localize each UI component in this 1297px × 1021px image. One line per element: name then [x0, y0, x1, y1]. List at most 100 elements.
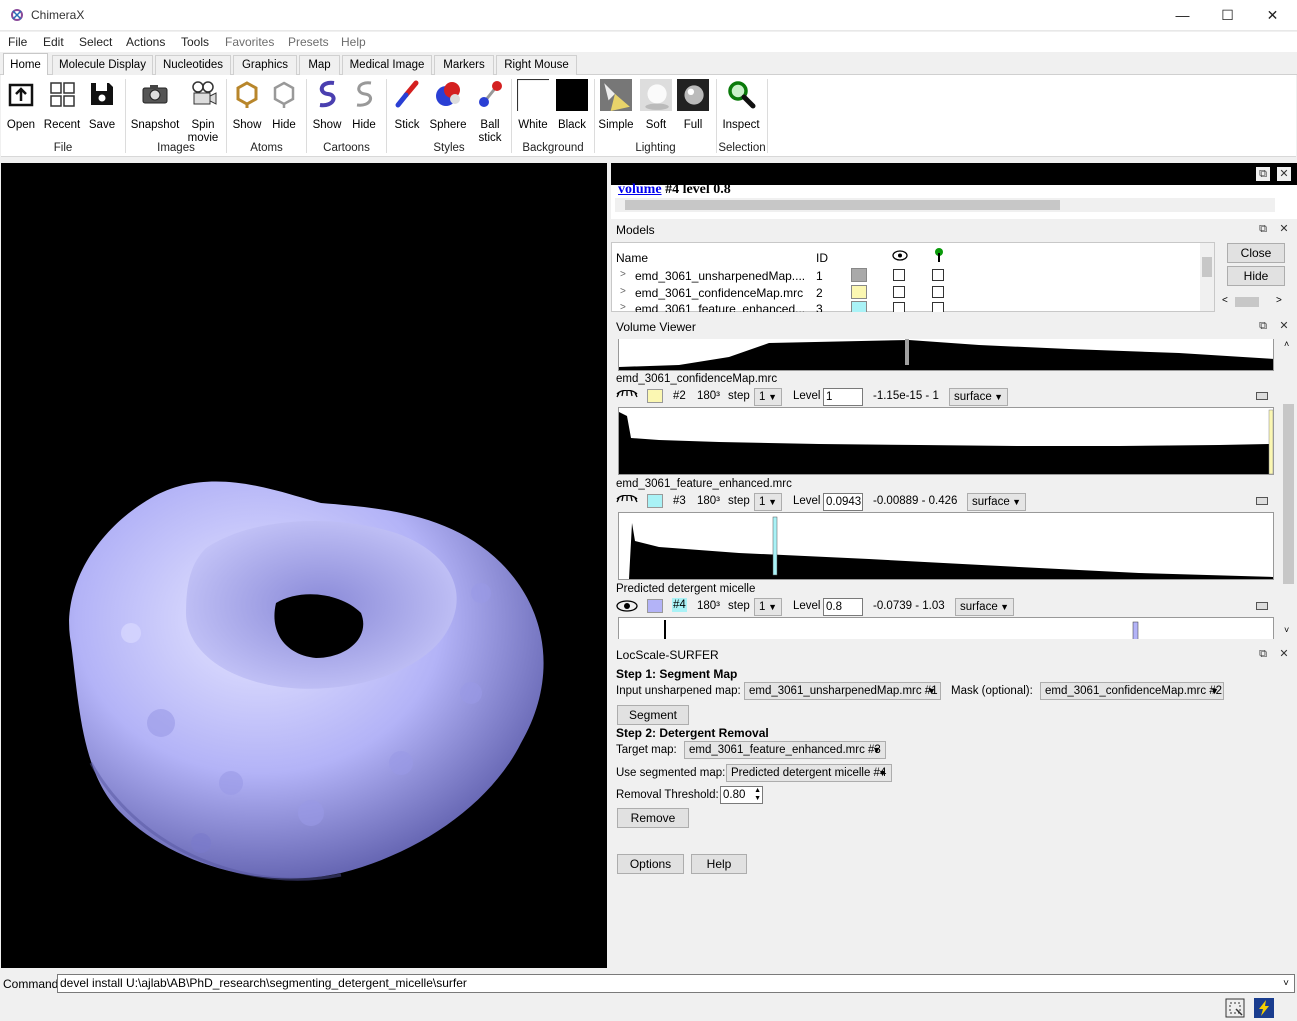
tab-right-mouse[interactable]: Right Mouse	[496, 55, 577, 75]
volume-viewer-scrollbar[interactable]: ˄ ˅	[1281, 339, 1296, 639]
remove-button[interactable]: Remove	[617, 808, 689, 828]
tab-markers[interactable]: Markers	[434, 55, 494, 75]
maximize-button[interactable]: ☐	[1205, 0, 1250, 30]
full-lighting-button[interactable]: Full	[675, 79, 712, 132]
eye-open-icon[interactable]	[616, 600, 638, 612]
selection-mode-icon[interactable]	[1225, 998, 1245, 1018]
scroll-up-icon[interactable]: ˄	[1284, 339, 1289, 349]
expand-chevron-icon[interactable]: >	[620, 286, 626, 297]
column-name[interactable]: Name	[616, 251, 648, 265]
atoms-show-button[interactable]: Show	[231, 79, 263, 132]
menu-edit[interactable]: Edit	[43, 35, 64, 49]
model-color-swatch[interactable]	[851, 268, 867, 282]
step-dropdown[interactable]: 1 ▼	[754, 598, 782, 616]
map-color-swatch[interactable]	[647, 494, 663, 508]
histogram-map-3[interactable]	[618, 512, 1274, 580]
tab-molecule-display[interactable]: Molecule Display	[52, 55, 153, 75]
style-dropdown[interactable]: surface ▼	[955, 598, 1014, 616]
menu-actions[interactable]: Actions	[126, 35, 165, 49]
black-background-button[interactable]: Black	[554, 79, 591, 132]
models-side-hscrollbar[interactable]: < >	[1220, 294, 1284, 310]
collapse-map-button[interactable]	[1256, 602, 1268, 610]
tab-home[interactable]: Home	[3, 53, 48, 76]
cartoons-show-button[interactable]: Show	[311, 79, 343, 132]
menu-favorites[interactable]: Favorites	[225, 35, 274, 49]
level-input[interactable]: 0.8	[823, 598, 863, 616]
log-close-icon[interactable]: ✕	[1277, 167, 1291, 181]
close-window-button[interactable]: ✕	[1250, 0, 1295, 30]
command-input[interactable]: devel install U:\ajlab\AB\PhD_research\s…	[57, 974, 1295, 993]
mask-dropdown[interactable]: emd_3061_confidenceMap.mrc #2 ▼	[1040, 682, 1224, 700]
step-dropdown[interactable]: 1 ▼	[754, 493, 782, 511]
expand-chevron-icon[interactable]: >	[620, 302, 626, 312]
save-button[interactable]: Save	[87, 79, 117, 132]
inspect-button[interactable]: Inspect	[720, 79, 762, 132]
help-button[interactable]: Help	[691, 854, 747, 874]
model-select-checkbox[interactable]	[932, 286, 944, 298]
spin-movie-button[interactable]: Spin movie	[186, 79, 220, 145]
models-vertical-scrollbar[interactable]	[1200, 243, 1214, 311]
tab-nucleotides[interactable]: Nucleotides	[155, 55, 231, 75]
model-shown-checkbox[interactable]	[893, 269, 905, 281]
volume-command-link[interactable]: volume	[618, 182, 662, 197]
model-color-swatch[interactable]	[851, 301, 867, 312]
spin-arrows-icon[interactable]: ▲ ▼	[754, 787, 761, 803]
menu-select[interactable]: Select	[79, 35, 112, 49]
expand-chevron-icon[interactable]: >	[620, 269, 626, 280]
stick-button[interactable]: Stick	[391, 79, 423, 132]
scrollbar-thumb[interactable]	[1283, 404, 1294, 584]
style-dropdown[interactable]: surface ▼	[967, 493, 1026, 511]
histogram-map-1[interactable]	[618, 339, 1274, 371]
model-color-swatch[interactable]	[851, 285, 867, 299]
sphere-button[interactable]: Sphere	[429, 79, 467, 132]
log-horizontal-scrollbar[interactable]	[615, 198, 1275, 212]
eye-closed-icon[interactable]	[616, 390, 638, 402]
log-float-icon[interactable]: ⧉	[1256, 167, 1270, 181]
models-close-button[interactable]: Close	[1227, 243, 1285, 263]
lightning-icon[interactable]	[1254, 998, 1274, 1018]
models-table[interactable]: Name ID > emd_3061_unsharpenedMap.... 1 …	[611, 242, 1215, 312]
white-background-button[interactable]: White	[515, 79, 552, 132]
models-close-icon[interactable]: ✕	[1277, 222, 1291, 236]
scrollbar-thumb[interactable]	[625, 200, 1060, 210]
volume-viewer-close-icon[interactable]: ✕	[1277, 319, 1291, 333]
histogram-map-2[interactable]	[618, 407, 1274, 475]
tab-graphics[interactable]: Graphics	[233, 55, 297, 75]
open-button[interactable]: Open	[5, 79, 37, 132]
model-select-checkbox[interactable]	[932, 269, 944, 281]
simple-lighting-button[interactable]: Simple	[598, 79, 635, 132]
model-row[interactable]: > emd_3061_confidenceMap.mrc 2	[612, 284, 1202, 301]
soft-lighting-button[interactable]: Soft	[638, 79, 675, 132]
snapshot-button[interactable]: Snapshot	[130, 79, 180, 132]
scroll-down-icon[interactable]: ˅	[1284, 625, 1289, 635]
ball-stick-button[interactable]: Ball stick	[473, 79, 507, 145]
column-id[interactable]: ID	[816, 251, 828, 265]
eye-closed-icon[interactable]	[616, 495, 638, 507]
input-map-dropdown[interactable]: emd_3061_unsharpenedMap.mrc #1 ▼	[744, 682, 941, 700]
atoms-hide-button[interactable]: Hide	[268, 79, 300, 132]
options-button[interactable]: Options	[617, 854, 684, 874]
scroll-left-icon[interactable]: <	[1222, 295, 1228, 306]
menu-help[interactable]: Help	[341, 35, 366, 49]
model-shown-checkbox[interactable]	[893, 286, 905, 298]
model-select-checkbox[interactable]	[932, 302, 944, 312]
model-shown-checkbox[interactable]	[893, 302, 905, 312]
threshold-spinbox[interactable]: 0.80 ▲ ▼	[720, 786, 763, 804]
menu-presets[interactable]: Presets	[288, 35, 329, 49]
recent-button[interactable]: Recent	[42, 79, 82, 132]
volume-viewer-float-icon[interactable]: ⧉	[1256, 319, 1270, 333]
scrollbar-thumb[interactable]	[1235, 297, 1259, 307]
scrollbar-thumb[interactable]	[1202, 257, 1212, 277]
map-color-swatch[interactable]	[647, 599, 663, 613]
surfer-close-icon[interactable]: ✕	[1277, 647, 1291, 661]
step-dropdown[interactable]: 1 ▼	[754, 388, 782, 406]
tab-map[interactable]: Map	[299, 55, 340, 75]
histogram-map-4[interactable]	[618, 617, 1274, 639]
tab-medical-image[interactable]: Medical Image	[342, 55, 432, 75]
segmented-map-dropdown[interactable]: Predicted detergent micelle #4 ▼	[726, 764, 892, 782]
segment-button[interactable]: Segment	[617, 705, 689, 725]
models-float-icon[interactable]: ⧉	[1256, 222, 1270, 236]
style-dropdown[interactable]: surface ▼	[949, 388, 1008, 406]
menu-tools[interactable]: Tools	[181, 35, 209, 49]
level-input[interactable]: 0.0943	[823, 493, 863, 511]
